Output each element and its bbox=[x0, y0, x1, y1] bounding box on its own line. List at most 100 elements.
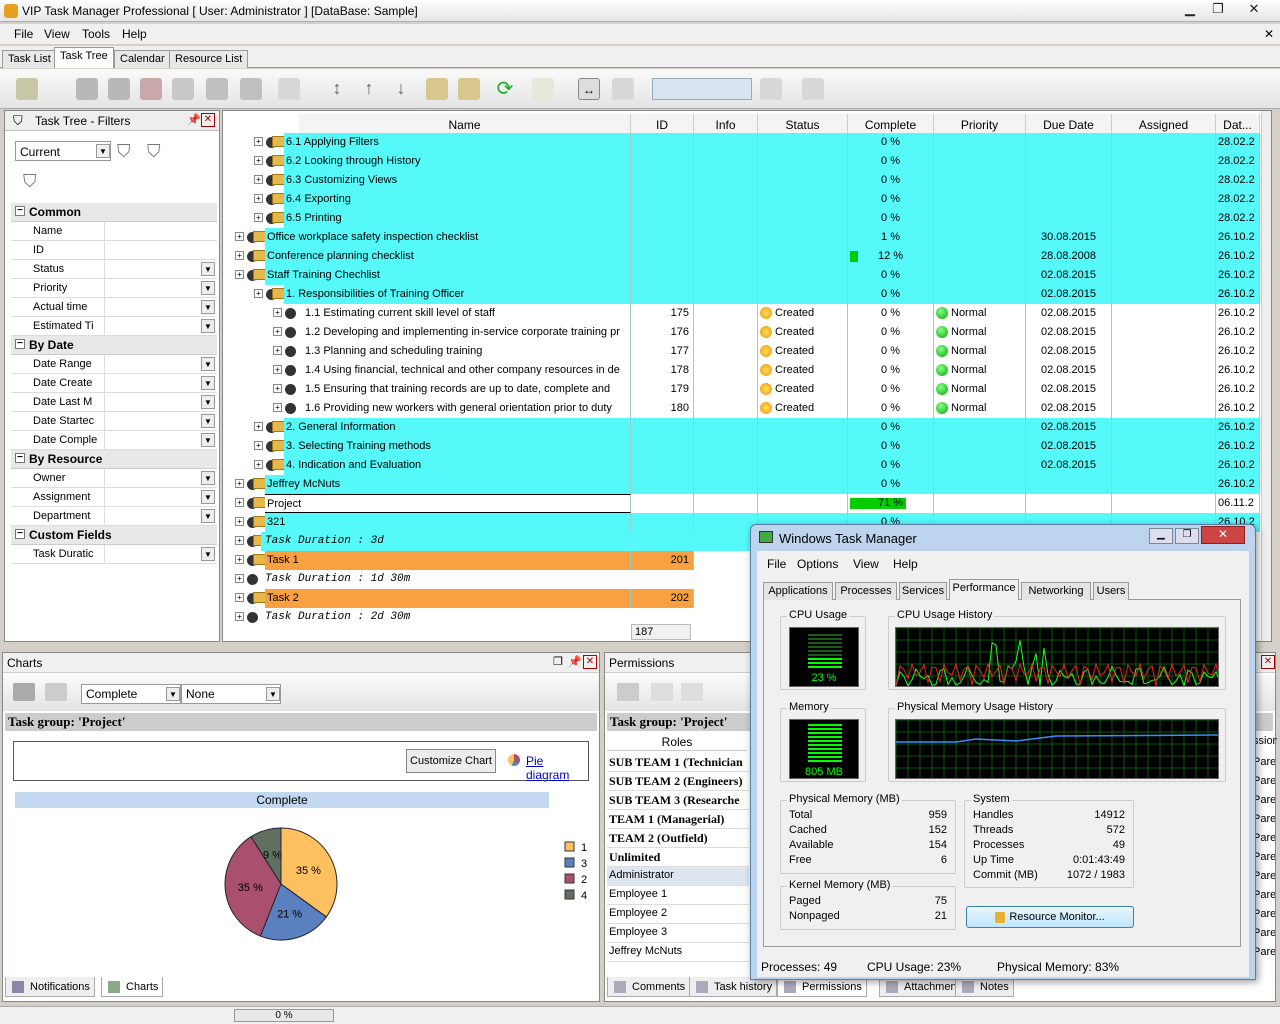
role-row[interactable]: Employee 3 bbox=[607, 924, 749, 943]
menu-file[interactable]: File bbox=[14, 27, 33, 41]
filter-row-date-started[interactable]: Date Startec ▼ bbox=[11, 412, 217, 431]
expand-icon[interactable]: + bbox=[254, 156, 263, 165]
filter-value[interactable]: ▼ bbox=[104, 431, 217, 449]
search-input[interactable] bbox=[652, 78, 752, 100]
table-row[interactable]: +1.6 Providing new workers with general … bbox=[223, 399, 1271, 418]
col-assigned[interactable]: Assigned bbox=[1112, 114, 1216, 134]
tab-permissions[interactable]: Permissions bbox=[777, 977, 867, 997]
chevron-down-icon[interactable]: ▼ bbox=[201, 490, 215, 504]
permission-cell[interactable]: Pare bbox=[1253, 810, 1275, 829]
expand-icon[interactable]: + bbox=[235, 555, 244, 564]
expand-icon[interactable]: + bbox=[235, 270, 244, 279]
restore-icon[interactable]: ❐ bbox=[1204, 0, 1232, 18]
filter-value[interactable]: ▼ bbox=[104, 469, 217, 487]
menu-view[interactable]: View bbox=[44, 27, 70, 41]
filter-value[interactable]: ▼ bbox=[104, 488, 217, 506]
tab-task-tree[interactable]: Task Tree bbox=[54, 47, 114, 68]
tm-tab-services[interactable]: Services bbox=[899, 582, 947, 600]
permission-cell[interactable]: Pare bbox=[1253, 753, 1275, 772]
settings-icon[interactable] bbox=[802, 78, 824, 100]
filter-value[interactable]: ▼ bbox=[104, 393, 217, 411]
filter-group-by-resource[interactable]: − By Resource bbox=[11, 450, 217, 469]
expand-icon[interactable]: + bbox=[254, 441, 263, 450]
chevron-down-icon[interactable]: ▼ bbox=[201, 433, 215, 447]
tm-menu-view[interactable]: View bbox=[853, 557, 879, 571]
table-row[interactable]: + Jeffrey McNuts 0 % 26.10.2 bbox=[223, 475, 1271, 494]
customize-chart-button[interactable]: Customize Chart bbox=[406, 749, 496, 773]
tm-menu-help[interactable]: Help bbox=[893, 557, 918, 571]
table-row[interactable]: +6.2 Looking through History 0 % 28.02.2 bbox=[223, 152, 1271, 171]
task-name[interactable]: 6.3 Customizing Views bbox=[284, 171, 631, 190]
task-name[interactable]: Project bbox=[265, 494, 631, 513]
move-task-icon[interactable] bbox=[206, 78, 228, 100]
table-row[interactable]: +6.5 Printing 0 % 28.02.2 bbox=[223, 209, 1271, 228]
copy-task-icon[interactable] bbox=[240, 78, 262, 100]
tm-tab-applications[interactable]: Applications bbox=[763, 582, 833, 600]
clear-filter-icon[interactable]: ⛉ bbox=[23, 171, 37, 192]
role-row[interactable]: Jeffrey McNuts bbox=[607, 943, 749, 962]
col-due-date[interactable]: Due Date bbox=[1026, 114, 1112, 134]
filter-value[interactable]: ▼ bbox=[104, 412, 217, 430]
table-row[interactable]: +1.5 Ensuring that training records are … bbox=[223, 380, 1271, 399]
filter-row-task-duration[interactable]: Task Duratic ▼ bbox=[11, 545, 217, 564]
print-icon[interactable] bbox=[13, 683, 35, 701]
refresh-icon[interactable]: ⟳ bbox=[494, 78, 516, 100]
filter-row-id[interactable]: ID bbox=[11, 241, 217, 260]
tree-collapse-icon[interactable] bbox=[458, 78, 480, 100]
filter-row-date-range[interactable]: Date Range ▼ bbox=[11, 355, 217, 374]
filter-value[interactable]: ▼ bbox=[104, 298, 217, 316]
filter-value[interactable]: ▼ bbox=[104, 279, 217, 297]
role-row[interactable]: Unlimited bbox=[607, 848, 749, 867]
table-row[interactable]: +1.4 Using financial, technical and othe… bbox=[223, 361, 1271, 380]
filter-value[interactable]: ▼ bbox=[104, 260, 217, 278]
chart-group-select[interactable]: None ▼ bbox=[181, 684, 281, 704]
tab-comments[interactable]: Comments bbox=[607, 977, 691, 997]
filter-group-custom[interactable]: − Custom Fields bbox=[11, 526, 217, 545]
report-icon[interactable] bbox=[278, 78, 300, 100]
taskmgr-minimize-icon[interactable]: ▁ bbox=[1149, 528, 1173, 544]
expand-icon[interactable]: + bbox=[235, 612, 244, 621]
tab-task-history[interactable]: Task history bbox=[689, 977, 778, 997]
task-name[interactable]: 1.1 Estimating current skill level of st… bbox=[303, 304, 631, 323]
edit-task-icon[interactable] bbox=[76, 78, 98, 100]
filter-row-department[interactable]: Department ▼ bbox=[11, 507, 217, 526]
permission-cell[interactable]: Pare bbox=[1253, 848, 1275, 867]
collapse-icon[interactable]: − bbox=[15, 529, 25, 539]
col-date[interactable]: Dat... bbox=[1216, 114, 1260, 134]
chevron-down-icon[interactable]: ▼ bbox=[201, 395, 215, 409]
table-row[interactable]: + Conference planning checklist 12 % 28.08.… bbox=[223, 247, 1271, 266]
print-preview-icon[interactable] bbox=[45, 683, 67, 701]
task-name[interactable]: Office workplace safety inspection check… bbox=[265, 228, 631, 247]
filter-value[interactable] bbox=[104, 222, 217, 240]
tm-tab-networking[interactable]: Networking bbox=[1021, 582, 1091, 600]
chevron-down-icon[interactable]: ▼ bbox=[266, 687, 280, 701]
role-row[interactable]: SUB TEAM 2 (Engineers) bbox=[607, 772, 749, 791]
task-name[interactable]: Conference planning checklist bbox=[265, 247, 631, 266]
menu-close-icon[interactable]: ✕ bbox=[1264, 27, 1274, 41]
tree-expand-icon[interactable] bbox=[426, 78, 448, 100]
filter-value[interactable]: ▼ bbox=[104, 317, 217, 335]
expand-icon[interactable]: + bbox=[254, 175, 263, 184]
filter-value[interactable]: ▼ bbox=[104, 374, 217, 392]
expand-icon[interactable]: + bbox=[235, 536, 244, 545]
expand-icon[interactable]: + bbox=[254, 289, 263, 298]
task-name[interactable]: Task 2 bbox=[265, 589, 631, 608]
move-up-icon[interactable]: ↑ bbox=[358, 78, 380, 100]
chevron-down-icon[interactable]: ▼ bbox=[201, 262, 215, 276]
col-info[interactable]: Info bbox=[694, 114, 758, 134]
filter-row-date-last[interactable]: Date Last M ▼ bbox=[11, 393, 217, 412]
permission-cell[interactable]: Pare bbox=[1253, 886, 1275, 905]
task-name[interactable]: 6.4 Exporting bbox=[284, 190, 631, 209]
task-name[interactable]: 1.4 Using financial, technical and other… bbox=[303, 361, 631, 380]
expand-icon[interactable]: + bbox=[235, 517, 244, 526]
tab-notifications[interactable]: Notifications bbox=[5, 977, 95, 997]
chevron-down-icon[interactable]: ▼ bbox=[201, 414, 215, 428]
table-row[interactable]: +1. Responsibilities of Training Officer… bbox=[223, 285, 1271, 304]
permission-cell[interactable]: Pare bbox=[1253, 867, 1275, 886]
pin-icon[interactable]: 📌 bbox=[187, 113, 201, 126]
filter-preset-select[interactable]: Current ▼ bbox=[15, 141, 111, 161]
col-name[interactable]: Name bbox=[299, 114, 631, 134]
filter-row-assignment[interactable]: Assignment ▼ bbox=[11, 488, 217, 507]
col-id[interactable]: ID bbox=[631, 114, 694, 134]
task-name[interactable]: Jeffrey McNuts bbox=[265, 475, 631, 494]
